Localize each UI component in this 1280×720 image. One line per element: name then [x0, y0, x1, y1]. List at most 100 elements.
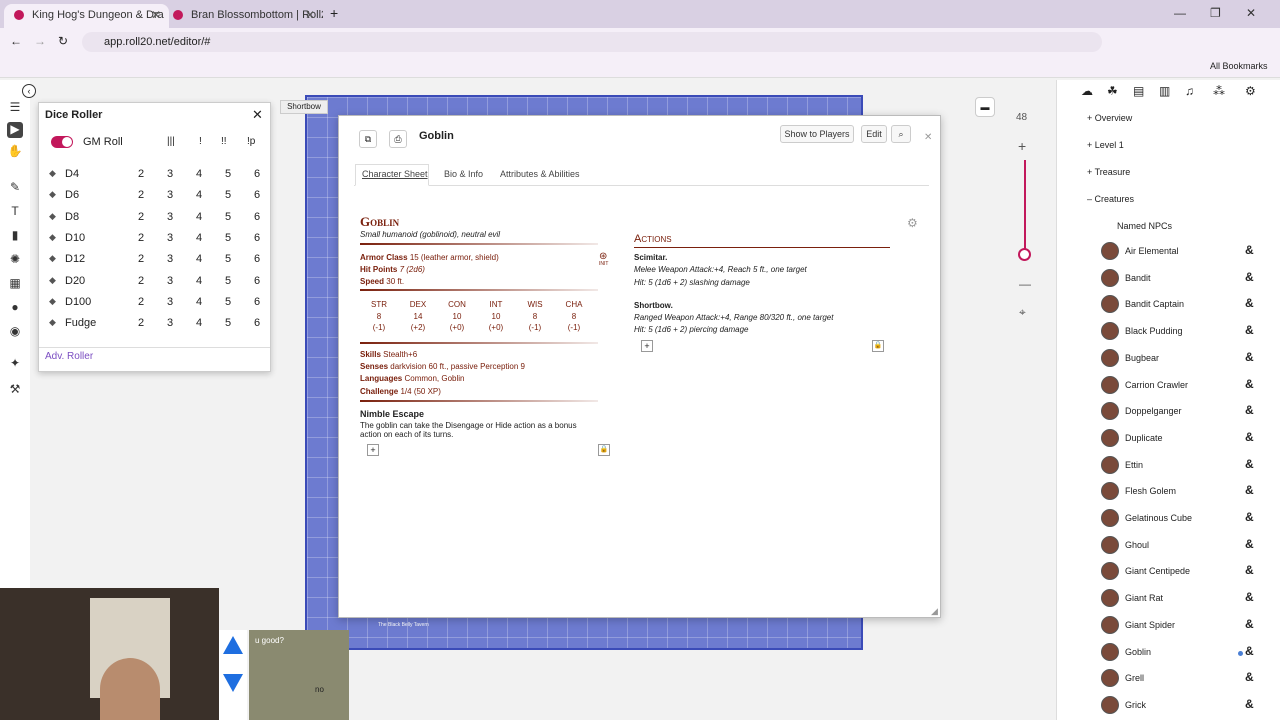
- url-field[interactable]: app.roll20.net/editor/#: [82, 32, 1102, 52]
- close-icon[interactable]: ✕: [924, 132, 932, 143]
- text-tool-icon[interactable]: T: [7, 204, 23, 220]
- journal-item[interactable]: Grell &: [1099, 667, 1279, 691]
- die-count-button[interactable]: 6: [251, 211, 263, 223]
- journal-item[interactable]: Air Elemental &: [1099, 240, 1279, 264]
- journal-folder[interactable]: + Treasure: [1087, 167, 1130, 177]
- journal-item[interactable]: Grick &: [1099, 694, 1279, 718]
- lock-icon[interactable]: 🔒: [872, 340, 884, 352]
- dice-row-d12[interactable]: ◆ D12 2 3 4 5 6: [49, 250, 264, 270]
- die-count-button[interactable]: 6: [251, 232, 263, 244]
- zoom-in-icon[interactable]: +: [1018, 138, 1026, 154]
- die-count-button[interactable]: 5: [222, 317, 234, 329]
- all-bookmarks-link[interactable]: All Bookmarks: [1210, 61, 1268, 71]
- dice-row-d4[interactable]: ◆ D4 2 3 4 5 6: [49, 165, 264, 185]
- die-count-button[interactable]: 5: [222, 168, 234, 180]
- die-count-button[interactable]: 3: [164, 296, 176, 308]
- die-count-button[interactable]: 6: [251, 317, 263, 329]
- lock-icon[interactable]: 🔒: [598, 444, 610, 456]
- zoom-slider-handle[interactable]: [1018, 248, 1031, 261]
- search-icon[interactable]: ⌕: [891, 125, 911, 143]
- popout-icon[interactable]: ⧉: [359, 130, 377, 148]
- journal-item[interactable]: Black Pudding &: [1099, 320, 1279, 344]
- dice-row-d10[interactable]: ◆ D10 2 3 4 5 6: [49, 229, 264, 249]
- minimize-icon[interactable]: —: [1174, 6, 1186, 20]
- ability-name[interactable]: WIS: [515, 300, 555, 309]
- close-icon[interactable]: ✕: [252, 107, 263, 123]
- token-label-chip[interactable]: Shortbow: [280, 100, 328, 114]
- action-scimitar-name[interactable]: Scimitar.: [634, 253, 667, 262]
- journal-folder[interactable]: + Level 1: [1087, 140, 1124, 150]
- die-count-button[interactable]: 4: [193, 189, 205, 201]
- collapse-icon[interactable]: ‹: [22, 84, 36, 98]
- tab-bio-info[interactable]: Bio & Info: [444, 169, 483, 179]
- journal-item[interactable]: Ghoul &: [1099, 534, 1279, 558]
- die-count-button[interactable]: 3: [164, 232, 176, 244]
- die-count-button[interactable]: 4: [193, 317, 205, 329]
- die-count-button[interactable]: 2: [135, 168, 147, 180]
- journal-item[interactable]: Bugbear &: [1099, 347, 1279, 371]
- edit-button[interactable]: Edit: [861, 125, 887, 143]
- journal-tab-icon[interactable]: ▤: [1133, 84, 1144, 98]
- collections-tab-icon[interactable]: ⁂: [1213, 84, 1225, 98]
- expand-folder-icon[interactable]: +: [1087, 140, 1095, 150]
- journal-item[interactable]: Giant Centipede &: [1099, 560, 1279, 584]
- journal-item[interactable]: Bandit &: [1099, 267, 1279, 291]
- journal-item[interactable]: Giant Spider &: [1099, 614, 1279, 638]
- adv-roller-link[interactable]: Adv. Roller: [45, 351, 93, 362]
- die-count-button[interactable]: 2: [135, 211, 147, 223]
- journal-item[interactable]: Duplicate &: [1099, 427, 1279, 451]
- jukebox-tab-icon[interactable]: ♫: [1185, 84, 1194, 98]
- browser-tab-2[interactable]: Bran Blossombottom | Roll20 C✕: [163, 4, 323, 28]
- close-tab-icon[interactable]: ✕: [151, 4, 161, 26]
- die-count-button[interactable]: 3: [164, 189, 176, 201]
- print-icon[interactable]: ⎙: [389, 130, 407, 148]
- pan-tool-icon[interactable]: ✋: [7, 144, 23, 160]
- die-count-button[interactable]: 6: [251, 253, 263, 265]
- action-shortbow-name[interactable]: Shortbow.: [634, 301, 673, 310]
- tab-character-sheet[interactable]: Character Sheet: [362, 169, 428, 179]
- die-count-button[interactable]: 2: [135, 317, 147, 329]
- gear-icon[interactable]: ⚙: [907, 216, 918, 230]
- die-label[interactable]: D10: [65, 232, 85, 244]
- light-tool-icon[interactable]: ◉: [7, 324, 23, 340]
- journal-item[interactable]: Giant Rat &: [1099, 587, 1279, 611]
- recenter-icon[interactable]: ⌖: [1019, 305, 1026, 320]
- ruler-tool-icon[interactable]: ▦: [7, 276, 23, 292]
- die-count-button[interactable]: 2: [135, 232, 147, 244]
- ability-name[interactable]: CON: [437, 300, 477, 309]
- die-count-button[interactable]: 6: [251, 189, 263, 201]
- die-count-button[interactable]: 4: [193, 253, 205, 265]
- chat-tab-icon[interactable]: ☁: [1081, 84, 1093, 98]
- add-trait-icon[interactable]: +: [367, 444, 379, 456]
- resize-handle-icon[interactable]: ◢: [931, 606, 938, 617]
- journal-folder[interactable]: – Creatures: [1087, 194, 1134, 204]
- option-compound[interactable]: !!: [221, 136, 227, 147]
- die-count-button[interactable]: 6: [251, 275, 263, 287]
- journal-item[interactable]: Ettin &: [1099, 454, 1279, 478]
- ability-name[interactable]: INT: [476, 300, 516, 309]
- die-label[interactable]: D12: [65, 253, 85, 265]
- journal-folder[interactable]: + Overview: [1087, 113, 1132, 123]
- zoom-out-icon[interactable]: —: [1019, 277, 1031, 291]
- journal-item[interactable]: Bandit Captain &: [1099, 293, 1279, 317]
- die-label[interactable]: D100: [65, 296, 91, 308]
- forward-icon[interactable]: →: [34, 34, 46, 48]
- journal-item[interactable]: Doppelganger &: [1099, 400, 1279, 424]
- die-count-button[interactable]: 3: [164, 275, 176, 287]
- die-label[interactable]: D4: [65, 168, 79, 180]
- die-count-button[interactable]: 4: [193, 168, 205, 180]
- die-count-button[interactable]: 4: [193, 296, 205, 308]
- die-count-button[interactable]: 6: [251, 296, 263, 308]
- dice-row-d8[interactable]: ◆ D8 2 3 4 5 6: [49, 208, 264, 228]
- layers-tool-icon[interactable]: ▮: [7, 228, 23, 244]
- expand-folder-icon[interactable]: +: [1087, 113, 1095, 123]
- journal-folder[interactable]: Named NPCs: [1117, 221, 1172, 231]
- die-count-button[interactable]: 2: [135, 296, 147, 308]
- gm-roll-toggle[interactable]: [51, 136, 73, 148]
- select-tool-icon[interactable]: ▶: [7, 122, 23, 138]
- dice-row-d6[interactable]: ◆ D6 2 3 4 5 6: [49, 186, 264, 206]
- add-action-icon[interactable]: +: [641, 340, 653, 352]
- die-count-button[interactable]: 3: [164, 317, 176, 329]
- option-penetrate[interactable]: !p: [247, 136, 255, 147]
- wand-tool-icon[interactable]: ⚒: [7, 382, 23, 398]
